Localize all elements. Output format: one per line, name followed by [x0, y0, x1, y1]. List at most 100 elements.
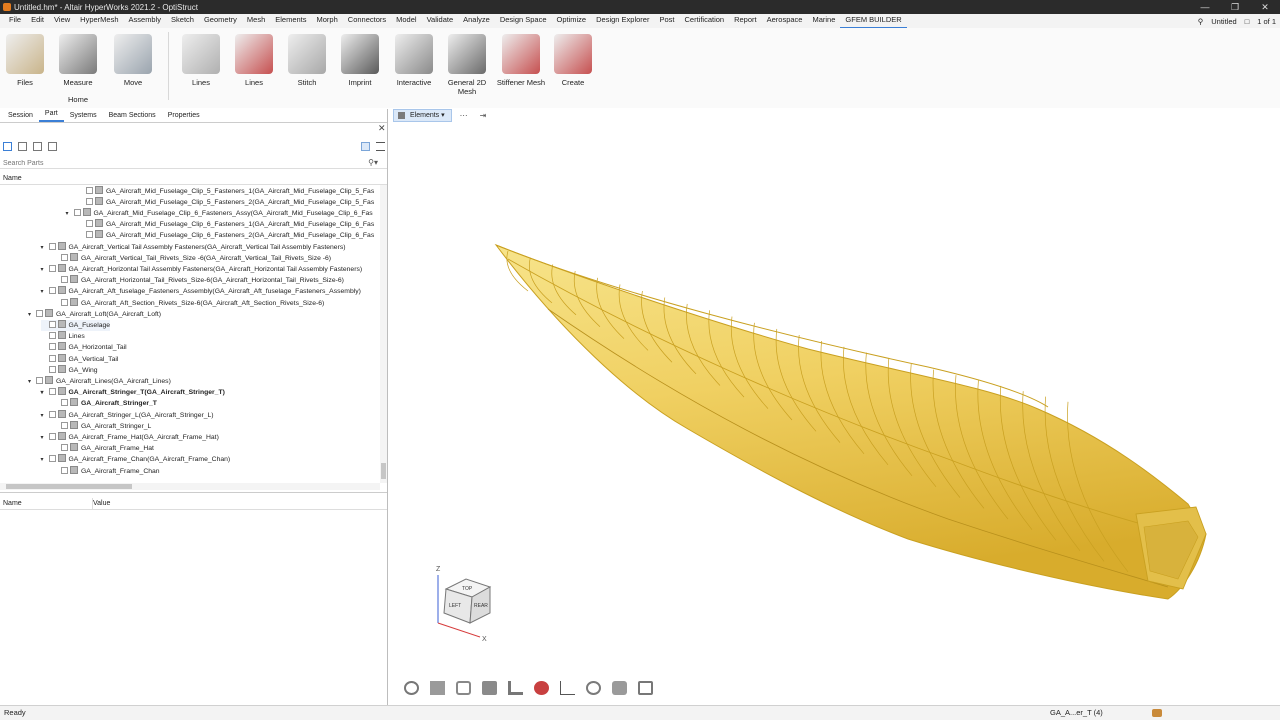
stop-icon[interactable]	[534, 681, 549, 695]
tab-beam-sections[interactable]: Beam Sections	[103, 109, 162, 122]
tree-row[interactable]: GA_Aircraft_Stringer_T	[53, 398, 157, 409]
ribbon-tool-files[interactable]: Files	[0, 34, 50, 87]
expand-arrow-icon[interactable]: ▾	[28, 310, 36, 321]
visibility-checkbox[interactable]	[36, 376, 43, 384]
list-options-icon[interactable]	[376, 142, 385, 151]
menu-item-post[interactable]: Post	[654, 13, 679, 29]
ribbon-tool-move[interactable]: Move	[108, 34, 158, 87]
close-icon[interactable]: ✕	[1250, 0, 1280, 14]
ribbon-tool-lines[interactable]: Lines	[229, 34, 279, 87]
tab-systems[interactable]: Systems	[64, 109, 103, 122]
menu-item-analyze[interactable]: Analyze	[458, 13, 495, 29]
visibility-checkbox[interactable]	[61, 298, 68, 306]
expand-arrow-icon[interactable]: ▾	[41, 433, 49, 444]
window-layout-icon[interactable]: □	[1245, 17, 1250, 26]
menu-item-aerospace[interactable]: Aerospace	[762, 13, 808, 29]
tab-properties[interactable]: Properties	[162, 109, 206, 122]
visibility-checkbox[interactable]	[48, 354, 56, 362]
visibility-checkbox[interactable]	[61, 421, 68, 429]
tree-row[interactable]: GA_Aircraft_Stringer_L	[53, 420, 151, 432]
menu-item-design-space[interactable]: Design Space	[495, 13, 552, 29]
tree-row[interactable]: GA_Aircraft_Horizontal_Tail_Rivets_Size-…	[53, 275, 344, 286]
display-mode-icon[interactable]	[430, 681, 445, 695]
menu-item-mesh[interactable]: Mesh	[242, 13, 270, 29]
visibility-checkbox[interactable]	[48, 242, 56, 250]
search-icon[interactable]: ⚲	[1198, 17, 1204, 26]
tree-row[interactable]: GA_Aircraft_Frame_Hat	[53, 443, 154, 454]
scrollbar-thumb[interactable]	[6, 484, 132, 489]
ribbon-tool-lines[interactable]: Lines	[176, 34, 226, 87]
graphics-viewport[interactable]: Elements ▾ ⋯ ⇥ Z X TOP LEFT REAR	[388, 109, 1280, 705]
tree-row[interactable]: Lines	[41, 331, 85, 342]
cut-plane-icon[interactable]	[456, 681, 471, 695]
menu-item-sketch[interactable]: Sketch	[166, 13, 199, 29]
tree-row[interactable]: ▾ GA_Aircraft_Mid_Fuselage_Clip_6_Fastene…	[66, 207, 373, 219]
visibility-checkbox[interactable]	[86, 231, 93, 239]
tree-row[interactable]: ▾ GA_Aircraft_Vertical Tail Assembly Fast…	[41, 241, 346, 254]
visibility-checkbox[interactable]	[86, 186, 93, 194]
single-column-view-icon[interactable]	[3, 142, 12, 151]
props-name-column[interactable]: Name	[3, 498, 22, 510]
fuselage-model[interactable]	[388, 109, 1280, 705]
three-column-view-icon[interactable]	[33, 142, 42, 151]
visibility-checkbox[interactable]	[61, 466, 68, 474]
panel-splitter[interactable]	[0, 492, 388, 496]
visibility-icon[interactable]	[404, 681, 419, 695]
visibility-checkbox[interactable]	[48, 343, 56, 351]
visibility-checkbox[interactable]	[48, 320, 56, 328]
tree-row[interactable]: GA_Aircraft_Mid_Fuselage_Clip_5_Fastener…	[78, 185, 374, 197]
visibility-checkbox[interactable]	[48, 388, 56, 396]
visibility-checkbox[interactable]	[48, 432, 56, 440]
tree-row[interactable]: ▾ GA_Aircraft_Aft_fuselage_Fasteners_Asse…	[41, 286, 361, 297]
menu-item-view[interactable]: View	[49, 13, 75, 29]
hierarchy-toggle-icon[interactable]	[361, 142, 370, 151]
tree-row[interactable]: ▾ GA_Aircraft_Loft(GA_Aircraft_Loft)	[28, 308, 161, 321]
visibility-checkbox[interactable]	[48, 410, 56, 418]
ribbon-tool-stiffener-mesh[interactable]: Stiffener Mesh	[496, 34, 546, 87]
minimize-icon[interactable]: —	[1190, 0, 1220, 14]
visibility-checkbox[interactable]	[61, 444, 68, 452]
panel-close-icon[interactable]: ✕	[378, 123, 386, 134]
tree-row[interactable]: ▾ GA_Aircraft_Lines(GA_Aircraft_Lines)	[28, 375, 171, 388]
expand-arrow-icon[interactable]: ▾	[41, 243, 49, 254]
visibility-checkbox[interactable]	[86, 220, 93, 228]
menu-item-report[interactable]: Report	[729, 13, 762, 29]
menu-item-connectors[interactable]: Connectors	[343, 13, 391, 29]
tree-row[interactable]: GA_Aircraft_Vertical_Tail_Rivets_Size -6…	[53, 252, 331, 264]
tree-row[interactable]: ▾ GA_Aircraft_Frame_Chan(GA_Aircraft_Fram…	[41, 454, 230, 466]
grid-view-icon[interactable]	[48, 142, 57, 151]
tree-row[interactable]: ▾ GA_Aircraft_Stringer_L(GA_Aircraft_Stri…	[41, 409, 214, 422]
scrollbar-thumb[interactable]	[381, 463, 386, 479]
props-value-column[interactable]: Value	[92, 498, 110, 510]
tab-session[interactable]: Session	[2, 109, 39, 122]
axis-triad-icon[interactable]	[560, 681, 575, 695]
tab-part[interactable]: Part	[38, 107, 64, 122]
expand-arrow-icon[interactable]: ▾	[41, 411, 49, 422]
menu-item-marine[interactable]: Marine	[807, 13, 840, 29]
menu-item-model[interactable]: Model	[391, 13, 421, 29]
tree-row[interactable]: ▾ GA_Aircraft_Stringer_T(GA_Aircraft_Stri…	[41, 387, 225, 398]
tree-row[interactable]: ▾ GA_Aircraft_Frame_Hat(GA_Aircraft_Frame…	[41, 431, 219, 444]
menu-item-geometry[interactable]: Geometry	[199, 13, 242, 29]
visibility-checkbox[interactable]	[48, 365, 56, 373]
menu-item-optimize[interactable]: Optimize	[552, 13, 592, 29]
expand-arrow-icon[interactable]: ▾	[28, 377, 36, 388]
tree-row[interactable]: GA_Fuselage	[40, 319, 111, 331]
two-column-view-icon[interactable]	[18, 142, 27, 151]
menu-item-certification[interactable]: Certification	[679, 13, 729, 29]
menu-item-edit[interactable]: Edit	[26, 13, 49, 29]
selection-indicator[interactable]: GA_A...er_T (4)	[1050, 706, 1103, 720]
menu-item-file[interactable]: File	[4, 13, 26, 29]
clip-icon[interactable]	[508, 681, 523, 695]
visibility-checkbox[interactable]	[61, 253, 68, 261]
expand-arrow-icon[interactable]: ▾	[41, 455, 49, 466]
lock-icon[interactable]	[638, 681, 653, 695]
tree-column-header[interactable]: Name	[0, 173, 388, 185]
ribbon-tool-stitch[interactable]: Stitch	[282, 34, 332, 87]
search-icon[interactable]: ⚲▾	[368, 158, 378, 167]
visibility-checkbox[interactable]	[48, 455, 56, 463]
maximize-icon[interactable]: ❐	[1220, 0, 1250, 14]
menu-item-elements[interactable]: Elements	[270, 13, 311, 29]
tree-row[interactable]: GA_Aircraft_Mid_Fuselage_Clip_5_Fastener…	[78, 196, 374, 208]
ribbon-tool-measure[interactable]: Measure	[53, 34, 103, 87]
